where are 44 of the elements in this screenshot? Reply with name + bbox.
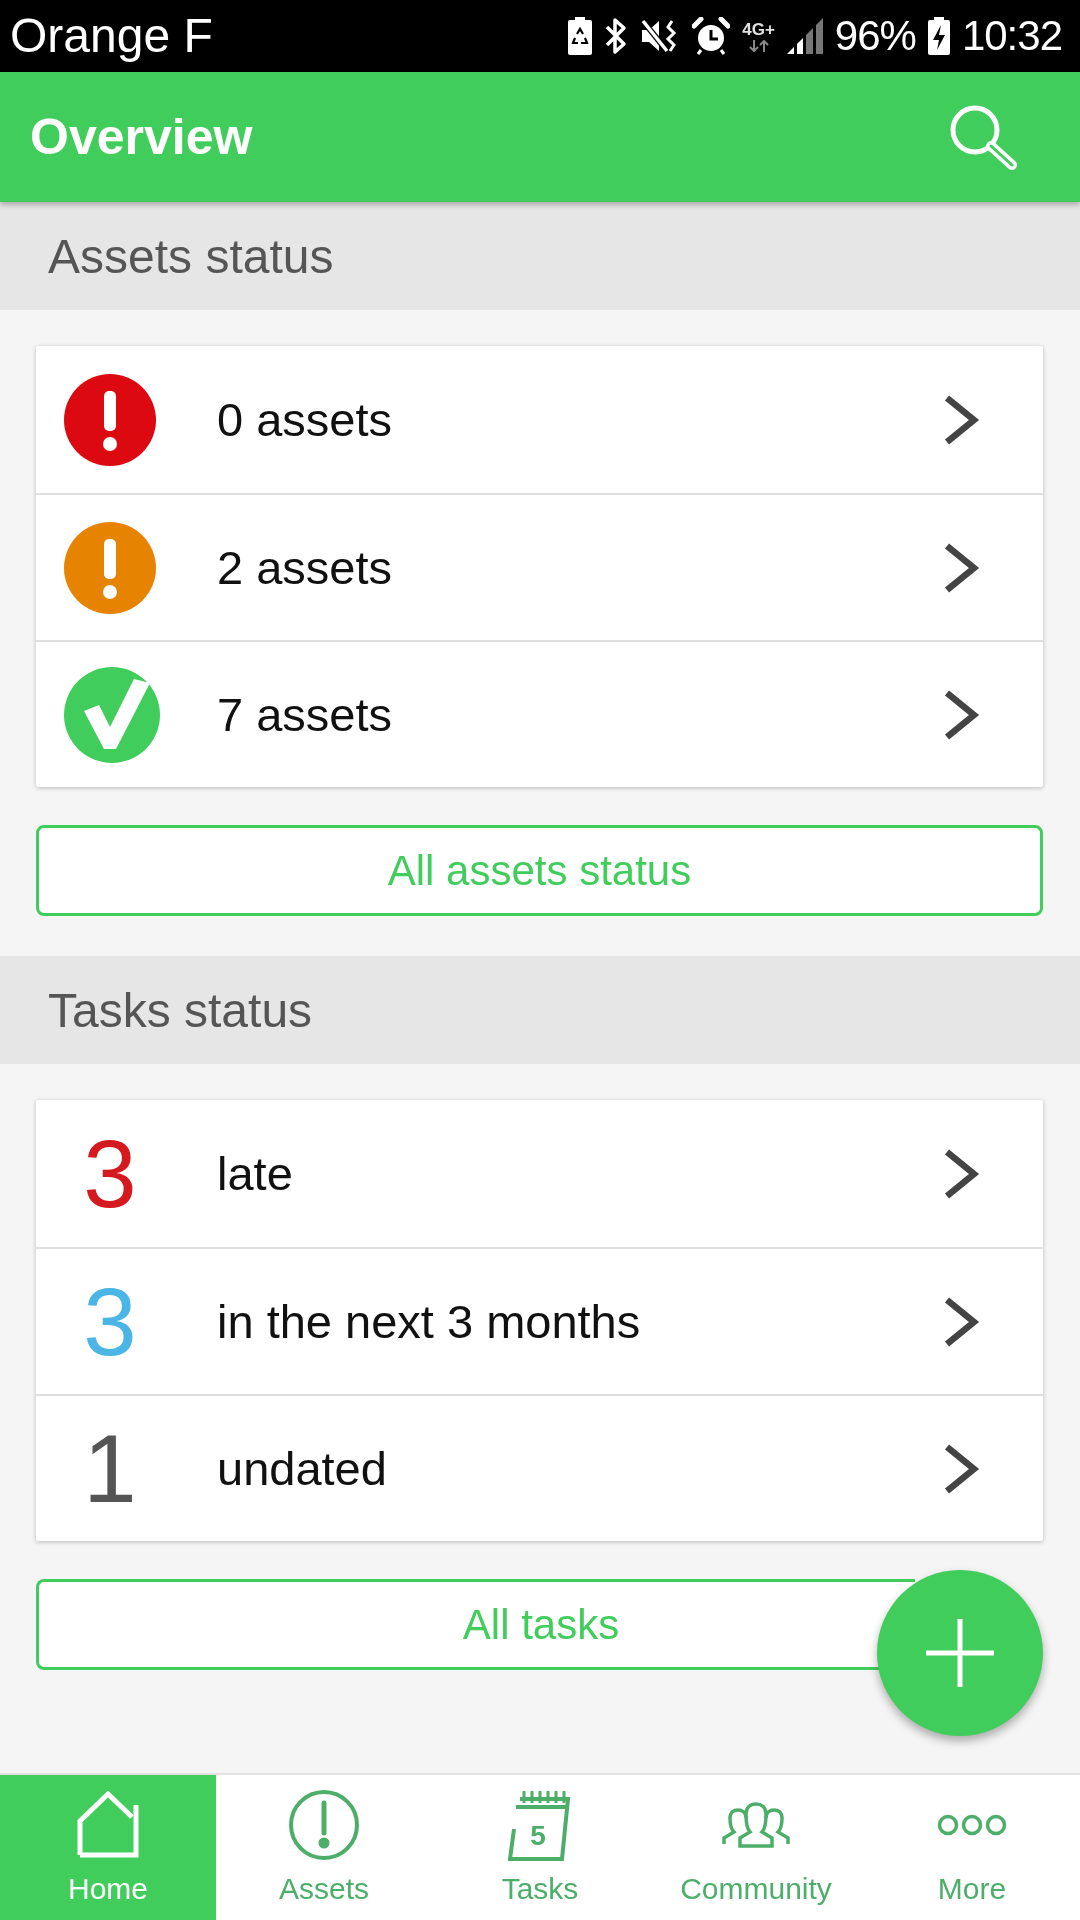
bluetooth-icon [604, 17, 629, 55]
clock-time: 10:32 [961, 15, 1062, 57]
plus-icon [924, 1617, 996, 1689]
row-label: in the next 3 months [217, 1295, 642, 1348]
search-icon [948, 103, 1018, 171]
status-row[interactable]: 0 assets [36, 346, 1043, 493]
carrier-name: Orange F [10, 12, 213, 60]
network-type-label: 4G+ [742, 20, 775, 38]
nav-tab[interactable]: Home [0, 1775, 216, 1920]
chevron-right-icon [942, 1442, 980, 1495]
row-label: undated [217, 1442, 388, 1495]
battery-saver-icon [568, 17, 593, 55]
people-icon [720, 1802, 792, 1848]
battery-percentage: 96% [834, 15, 916, 57]
status-row[interactable]: 2 assets [36, 493, 1043, 640]
chevron-right-icon [942, 541, 980, 594]
alarm-icon [692, 17, 731, 55]
row-label: 2 assets [217, 541, 394, 594]
section-header: Tasks status [0, 956, 1080, 1064]
battery-charging-icon [927, 17, 950, 55]
exclamation-circle-icon [288, 1789, 360, 1861]
search-button[interactable] [948, 103, 1018, 171]
view-all-button[interactable]: All assets status [36, 825, 1043, 916]
more-icon [937, 1814, 1007, 1836]
count-number: 3 [83, 1125, 137, 1222]
signal-icon [786, 18, 823, 54]
section-header: Assets status [0, 202, 1080, 310]
chevron-right-icon [942, 688, 980, 741]
status-row[interactable]: 7 assets [36, 640, 1043, 787]
chevron-right-icon [942, 393, 980, 446]
chevron-right-icon [942, 1147, 980, 1200]
count-number: 1 [83, 1420, 137, 1517]
chevron-right-icon [942, 1295, 980, 1348]
data-arrows-icon [748, 39, 769, 52]
row-label: 0 assets [217, 393, 394, 446]
status-row[interactable]: 1 undated [36, 1394, 1043, 1541]
status-row[interactable]: 3 in the next 3 months [36, 1247, 1043, 1394]
page-title: Overview [30, 112, 253, 162]
view-all-button[interactable]: All tasks [36, 1579, 915, 1670]
status-row[interactable]: 3 late [36, 1100, 1043, 1247]
count-number: 3 [83, 1273, 137, 1370]
home-icon [76, 1791, 140, 1859]
row-label: late [217, 1147, 294, 1200]
row-label: 7 assets [217, 688, 394, 741]
